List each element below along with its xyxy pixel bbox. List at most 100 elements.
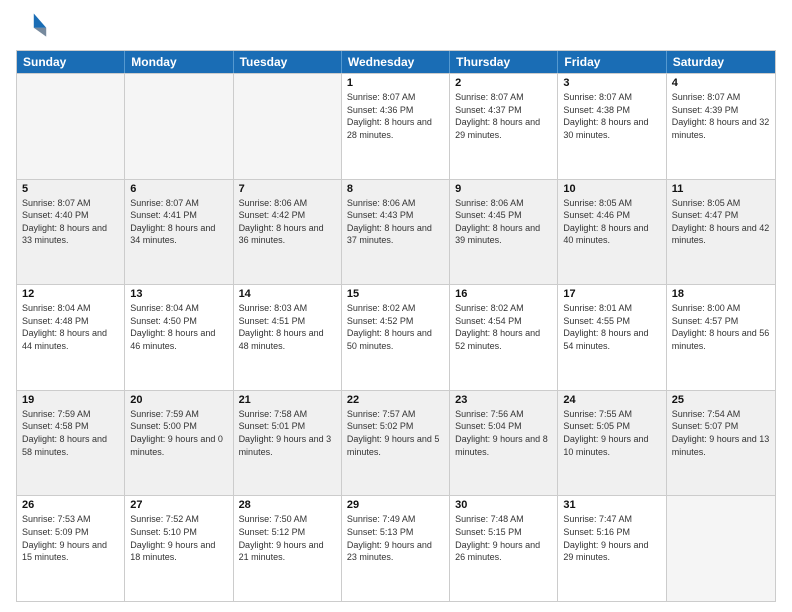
day-info: Sunrise: 7:59 AMSunset: 4:58 PMDaylight:… [22,408,119,458]
calendar-week-5: 26 Sunrise: 7:53 AMSunset: 5:09 PMDayligh… [17,495,775,601]
calendar-day-15: 15Sunrise: 8:02 AMSunset: 4:52 PMDayligh… [342,285,450,390]
day-info: Sunrise: 7:57 AMSunset: 5:02 PMDaylight:… [347,408,444,458]
day-number: 5 [22,183,119,195]
calendar-day-29: 29 Sunrise: 7:49 AMSunset: 5:13 PMDayligh… [342,496,450,601]
calendar-day-5: 5 Sunrise: 8:07 AMSunset: 4:40 PMDaylight… [17,180,125,285]
calendar-day-2: 2 Sunrise: 8:07 AMSunset: 4:37 PMDaylight… [450,74,558,179]
calendar-day-1: 1 Sunrise: 8:07 AMSunset: 4:36 PMDaylight… [342,74,450,179]
calendar-day-31: 31 Sunrise: 7:47 AMSunset: 5:16 PMDayligh… [558,496,666,601]
day-number: 23 [455,394,552,406]
page: SundayMondayTuesdayWednesdayThursdayFrid… [0,0,792,612]
day-number: 30 [455,499,552,511]
header [16,10,776,42]
calendar-day-16: 16 Sunrise: 8:02 AMSunset: 4:54 PMDayligh… [450,285,558,390]
day-number: 25 [672,394,770,406]
day-number: 1 [347,77,444,89]
day-number: 13 [130,288,227,300]
day-info: Sunrise: 8:07 AMSunset: 4:37 PMDaylight:… [455,91,552,141]
day-info: Sunrise: 8:05 AMSunset: 4:46 PMDaylight:… [563,197,660,247]
day-info: Sunrise: 7:54 AMSunset: 5:07 PMDaylight:… [672,408,770,458]
day-info: Sunrise: 7:53 AMSunset: 5:09 PMDaylight:… [22,513,119,563]
day-number: 8 [347,183,444,195]
calendar-day-12: 12 Sunrise: 8:04 AMSunset: 4:48 PMDayligh… [17,285,125,390]
calendar-day-18: 18 Sunrise: 8:00 AMSunset: 4:57 PMDayligh… [667,285,775,390]
day-number: 15 [347,288,444,300]
day-number: 11 [672,183,770,195]
day-info: Sunrise: 8:07 AMSunset: 4:40 PMDaylight:… [22,197,119,247]
day-number: 2 [455,77,552,89]
day-number: 9 [455,183,552,195]
day-info: Sunrise: 8:04 AMSunset: 4:50 PMDaylight:… [130,302,227,352]
calendar-day-9: 9 Sunrise: 8:06 AMSunset: 4:45 PMDaylight… [450,180,558,285]
calendar-day-21: 21Sunrise: 7:58 AMSunset: 5:01 PMDayligh… [234,391,342,496]
day-info: Sunrise: 8:06 AMSunset: 4:43 PMDaylight:… [347,197,444,247]
calendar-day-26: 26 Sunrise: 7:53 AMSunset: 5:09 PMDayligh… [17,496,125,601]
day-info: Sunrise: 8:03 AMSunset: 4:51 PMDaylight:… [239,302,336,352]
calendar-day-empty [17,74,125,179]
day-number: 16 [455,288,552,300]
calendar-day-empty [125,74,233,179]
header-cell-friday: Friday [558,51,666,73]
header-cell-monday: Monday [125,51,233,73]
day-info: Sunrise: 7:47 AMSunset: 5:16 PMDaylight:… [563,513,660,563]
calendar-day-25: 25 Sunrise: 7:54 AMSunset: 5:07 PMDayligh… [667,391,775,496]
day-info: Sunrise: 8:05 AMSunset: 4:47 PMDaylight:… [672,197,770,247]
calendar: SundayMondayTuesdayWednesdayThursdayFrid… [16,50,776,602]
day-info: Sunrise: 7:49 AMSunset: 5:13 PMDaylight:… [347,513,444,563]
day-number: 22 [347,394,444,406]
day-info: Sunrise: 7:56 AMSunset: 5:04 PMDaylight:… [455,408,552,458]
day-info: Sunrise: 8:07 AMSunset: 4:38 PMDaylight:… [563,91,660,141]
header-cell-sunday: Sunday [17,51,125,73]
day-info: Sunrise: 8:07 AMSunset: 4:39 PMDaylight:… [672,91,770,141]
day-number: 4 [672,77,770,89]
day-info: Sunrise: 7:50 AMSunset: 5:12 PMDaylight:… [239,513,336,563]
day-number: 3 [563,77,660,89]
calendar-day-10: 10Sunrise: 8:05 AMSunset: 4:46 PMDayligh… [558,180,666,285]
calendar-day-22: 22 Sunrise: 7:57 AMSunset: 5:02 PMDayligh… [342,391,450,496]
calendar-day-13: 13 Sunrise: 8:04 AMSunset: 4:50 PMDayligh… [125,285,233,390]
calendar-day-3: 3 Sunrise: 8:07 AMSunset: 4:38 PMDaylight… [558,74,666,179]
calendar-day-24: 24 Sunrise: 7:55 AMSunset: 5:05 PMDayligh… [558,391,666,496]
day-info: Sunrise: 8:02 AMSunset: 4:54 PMDaylight:… [455,302,552,352]
day-number: 18 [672,288,770,300]
calendar-day-23: 23 Sunrise: 7:56 AMSunset: 5:04 PMDayligh… [450,391,558,496]
day-info: Sunrise: 7:48 AMSunset: 5:15 PMDaylight:… [455,513,552,563]
day-number: 21 [239,394,336,406]
calendar-day-empty [234,74,342,179]
calendar-day-20: 20 Sunrise: 7:59 AMSunset: 5:00 PMDayligh… [125,391,233,496]
calendar-week-2: 5 Sunrise: 8:07 AMSunset: 4:40 PMDaylight… [17,179,775,285]
calendar-day-28: 28Sunrise: 7:50 AMSunset: 5:12 PMDayligh… [234,496,342,601]
day-info: Sunrise: 8:07 AMSunset: 4:36 PMDaylight:… [347,91,444,141]
day-number: 20 [130,394,227,406]
day-info: Sunrise: 8:06 AMSunset: 4:45 PMDaylight:… [455,197,552,247]
calendar-day-17: 17Sunrise: 8:01 AMSunset: 4:55 PMDayligh… [558,285,666,390]
day-number: 29 [347,499,444,511]
calendar-day-8: 8 Sunrise: 8:06 AMSunset: 4:43 PMDaylight… [342,180,450,285]
calendar-week-4: 19 Sunrise: 7:59 AMSunset: 4:58 PMDayligh… [17,390,775,496]
logo-icon [16,10,48,42]
day-number: 12 [22,288,119,300]
calendar-day-27: 27 Sunrise: 7:52 AMSunset: 5:10 PMDayligh… [125,496,233,601]
calendar-body: 1 Sunrise: 8:07 AMSunset: 4:36 PMDaylight… [17,73,775,601]
calendar-day-7: 7Sunrise: 8:06 AMSunset: 4:42 PMDaylight… [234,180,342,285]
day-info: Sunrise: 7:52 AMSunset: 5:10 PMDaylight:… [130,513,227,563]
header-cell-tuesday: Tuesday [234,51,342,73]
day-info: Sunrise: 7:55 AMSunset: 5:05 PMDaylight:… [563,408,660,458]
day-number: 26 [22,499,119,511]
day-number: 31 [563,499,660,511]
header-cell-wednesday: Wednesday [342,51,450,73]
day-info: Sunrise: 7:59 AMSunset: 5:00 PMDaylight:… [130,408,227,458]
day-info: Sunrise: 8:07 AMSunset: 4:41 PMDaylight:… [130,197,227,247]
header-cell-saturday: Saturday [667,51,775,73]
day-info: Sunrise: 8:04 AMSunset: 4:48 PMDaylight:… [22,302,119,352]
day-number: 19 [22,394,119,406]
day-number: 27 [130,499,227,511]
day-info: Sunrise: 8:00 AMSunset: 4:57 PMDaylight:… [672,302,770,352]
calendar-day-6: 6Sunrise: 8:07 AMSunset: 4:41 PMDaylight… [125,180,233,285]
day-number: 17 [563,288,660,300]
calendar-week-3: 12 Sunrise: 8:04 AMSunset: 4:48 PMDayligh… [17,284,775,390]
calendar-week-1: 1 Sunrise: 8:07 AMSunset: 4:36 PMDaylight… [17,73,775,179]
day-number: 24 [563,394,660,406]
day-number: 7 [239,183,336,195]
calendar-day-19: 19 Sunrise: 7:59 AMSunset: 4:58 PMDayligh… [17,391,125,496]
